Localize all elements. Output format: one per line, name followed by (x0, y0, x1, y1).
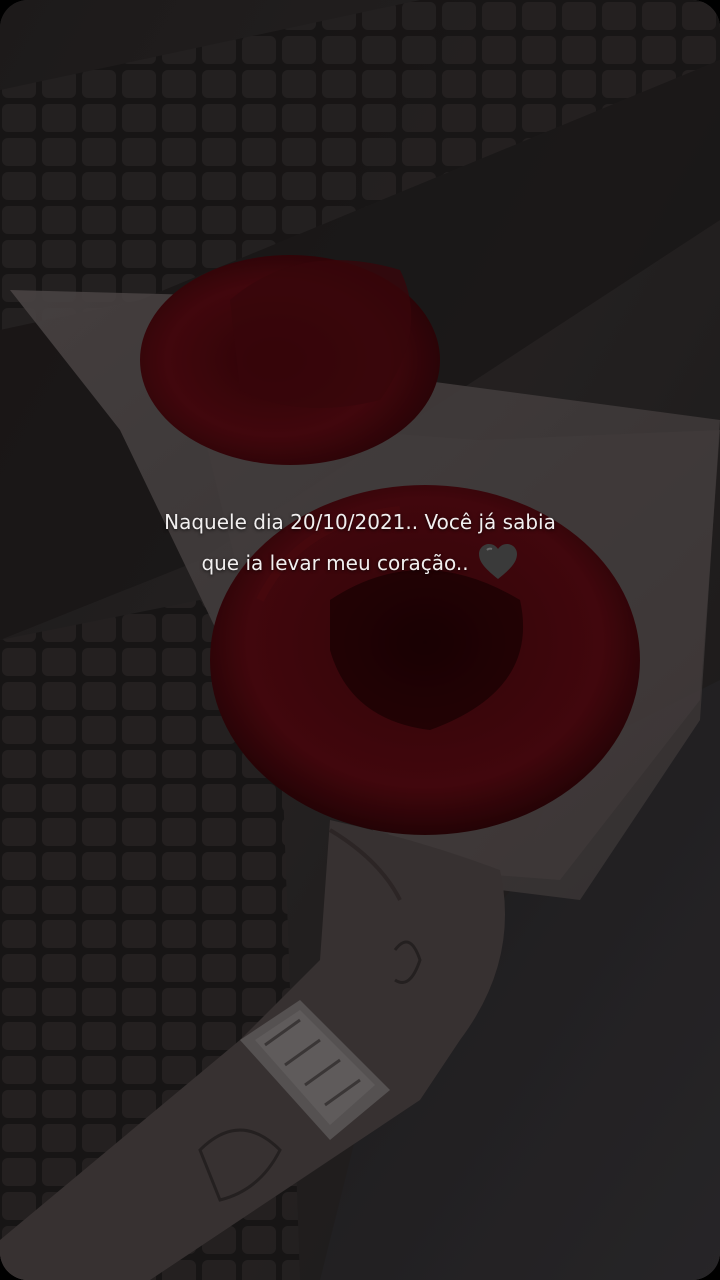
caption-line-2-text: que ia levar meu coração.. (201, 551, 469, 575)
dark-overlay (0, 0, 720, 1280)
black-heart-icon (478, 543, 517, 579)
caption-line-2: que ia levar meu coração.. (0, 543, 720, 584)
story-frame: Naquele dia 20/10/2021.. Você já sabia q… (0, 0, 720, 1280)
caption-line-1: Naquele dia 20/10/2021.. Você já sabia (164, 510, 556, 534)
story-caption: Naquele dia 20/10/2021.. Você já sabia q… (0, 502, 720, 584)
